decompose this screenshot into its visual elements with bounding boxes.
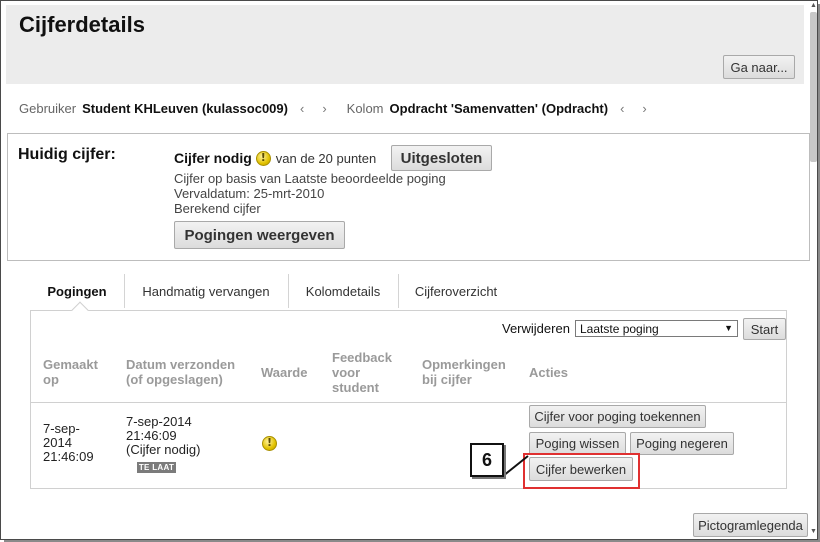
page-title: Cijferdetails xyxy=(19,12,145,37)
prev-user-chevron-icon[interactable]: ‹ xyxy=(300,101,304,116)
header-row-divider xyxy=(31,402,786,403)
icon-legend-button[interactable]: Pictogramlegenda xyxy=(693,513,808,537)
column-header-feedback: Feedback voor student xyxy=(332,350,392,395)
column-header-submitted: Datum verzonden (of opgeslagen) xyxy=(126,357,236,387)
tab-bar: Pogingen Handmatig vervangen Kolomdetail… xyxy=(30,272,787,310)
column-header-value: Waarde xyxy=(261,365,308,380)
column-header-actions: Acties xyxy=(529,365,569,380)
go-to-button[interactable]: Ga naar... xyxy=(723,55,795,79)
remove-select[interactable]: Laatste poging ▼ xyxy=(575,320,738,337)
grade-info: Cijfer op basis van Laatste beoordeelde … xyxy=(174,171,446,216)
points-out-of: van de 20 punten xyxy=(275,150,377,166)
scroll-thumb[interactable] xyxy=(810,12,817,162)
scroll-down-arrow-icon[interactable]: ▼ xyxy=(809,528,818,536)
breadcrumb: Gebruiker Student KHLeuven (kulassoc009)… xyxy=(19,99,665,117)
scroll-up-arrow-icon[interactable]: ▲ xyxy=(809,2,818,10)
ignore-attempt-button[interactable]: Poging negeren xyxy=(630,432,734,455)
prev-column-chevron-icon[interactable]: ‹ xyxy=(620,101,624,116)
assign-grade-button[interactable]: Cijfer voor poging toekennen xyxy=(529,405,706,428)
scrollbar[interactable]: ▲ ▼ xyxy=(809,2,818,536)
grade-basis-text: Cijfer op basis van Laatste beoordeelde … xyxy=(174,171,446,186)
user-label: Gebruiker xyxy=(19,100,77,116)
attempt-made-on: 7-sep-2014 21:46:09 xyxy=(43,421,94,464)
dropdown-arrow-icon: ▼ xyxy=(724,323,733,333)
current-grade-label: Huidig cijfer: xyxy=(18,146,116,163)
excluded-button[interactable]: Uitgesloten xyxy=(391,145,492,171)
tab-column-details[interactable]: Kolomdetails xyxy=(288,272,398,310)
grade-status-line: Cijfer nodig van de 20 punten xyxy=(174,150,376,166)
tab-grade-overview[interactable]: Cijferoverzicht xyxy=(398,272,514,310)
grade-needed-icon xyxy=(262,436,277,451)
clear-attempt-button[interactable]: Poging wissen xyxy=(529,432,626,455)
grade-needed-icon xyxy=(255,150,271,166)
remove-label: Verwijderen xyxy=(502,321,570,336)
remove-select-value: Laatste poging xyxy=(580,321,659,336)
column-value: Opdracht 'Samenvatten' (Opdracht) xyxy=(389,100,609,116)
view-attempts-button[interactable]: Pogingen weergeven xyxy=(174,221,345,249)
user-value: Student KHLeuven (kulassoc009) xyxy=(82,100,288,116)
column-header-made-on: Gemaakt op xyxy=(43,357,98,387)
edit-grade-highlight xyxy=(523,453,640,489)
attempt-submitted-date: 7-sep-2014 21:46:09 xyxy=(126,414,192,443)
grade-status: Cijfer nodig xyxy=(174,150,252,166)
attempt-submitted: 7-sep-2014 21:46:09 (Cijfer nodig) xyxy=(126,415,236,457)
start-button[interactable]: Start xyxy=(743,318,786,340)
next-user-chevron-icon[interactable]: › xyxy=(322,101,326,116)
calculated-grade-text: Berekend cijfer xyxy=(174,201,261,216)
attempt-submitted-note: (Cijfer nodig) xyxy=(126,442,201,457)
tab-manual-override[interactable]: Handmatig vervangen xyxy=(124,272,288,310)
late-badge: TE LAAT xyxy=(137,462,176,473)
column-header-comments: Opmerkingen bij cijfer xyxy=(422,357,506,387)
step-callout: 6 xyxy=(470,443,504,477)
due-date-text: Vervaldatum: 25-mrt-2010 xyxy=(174,186,325,201)
next-column-chevron-icon[interactable]: › xyxy=(642,101,646,116)
column-label: Kolom xyxy=(346,100,384,116)
